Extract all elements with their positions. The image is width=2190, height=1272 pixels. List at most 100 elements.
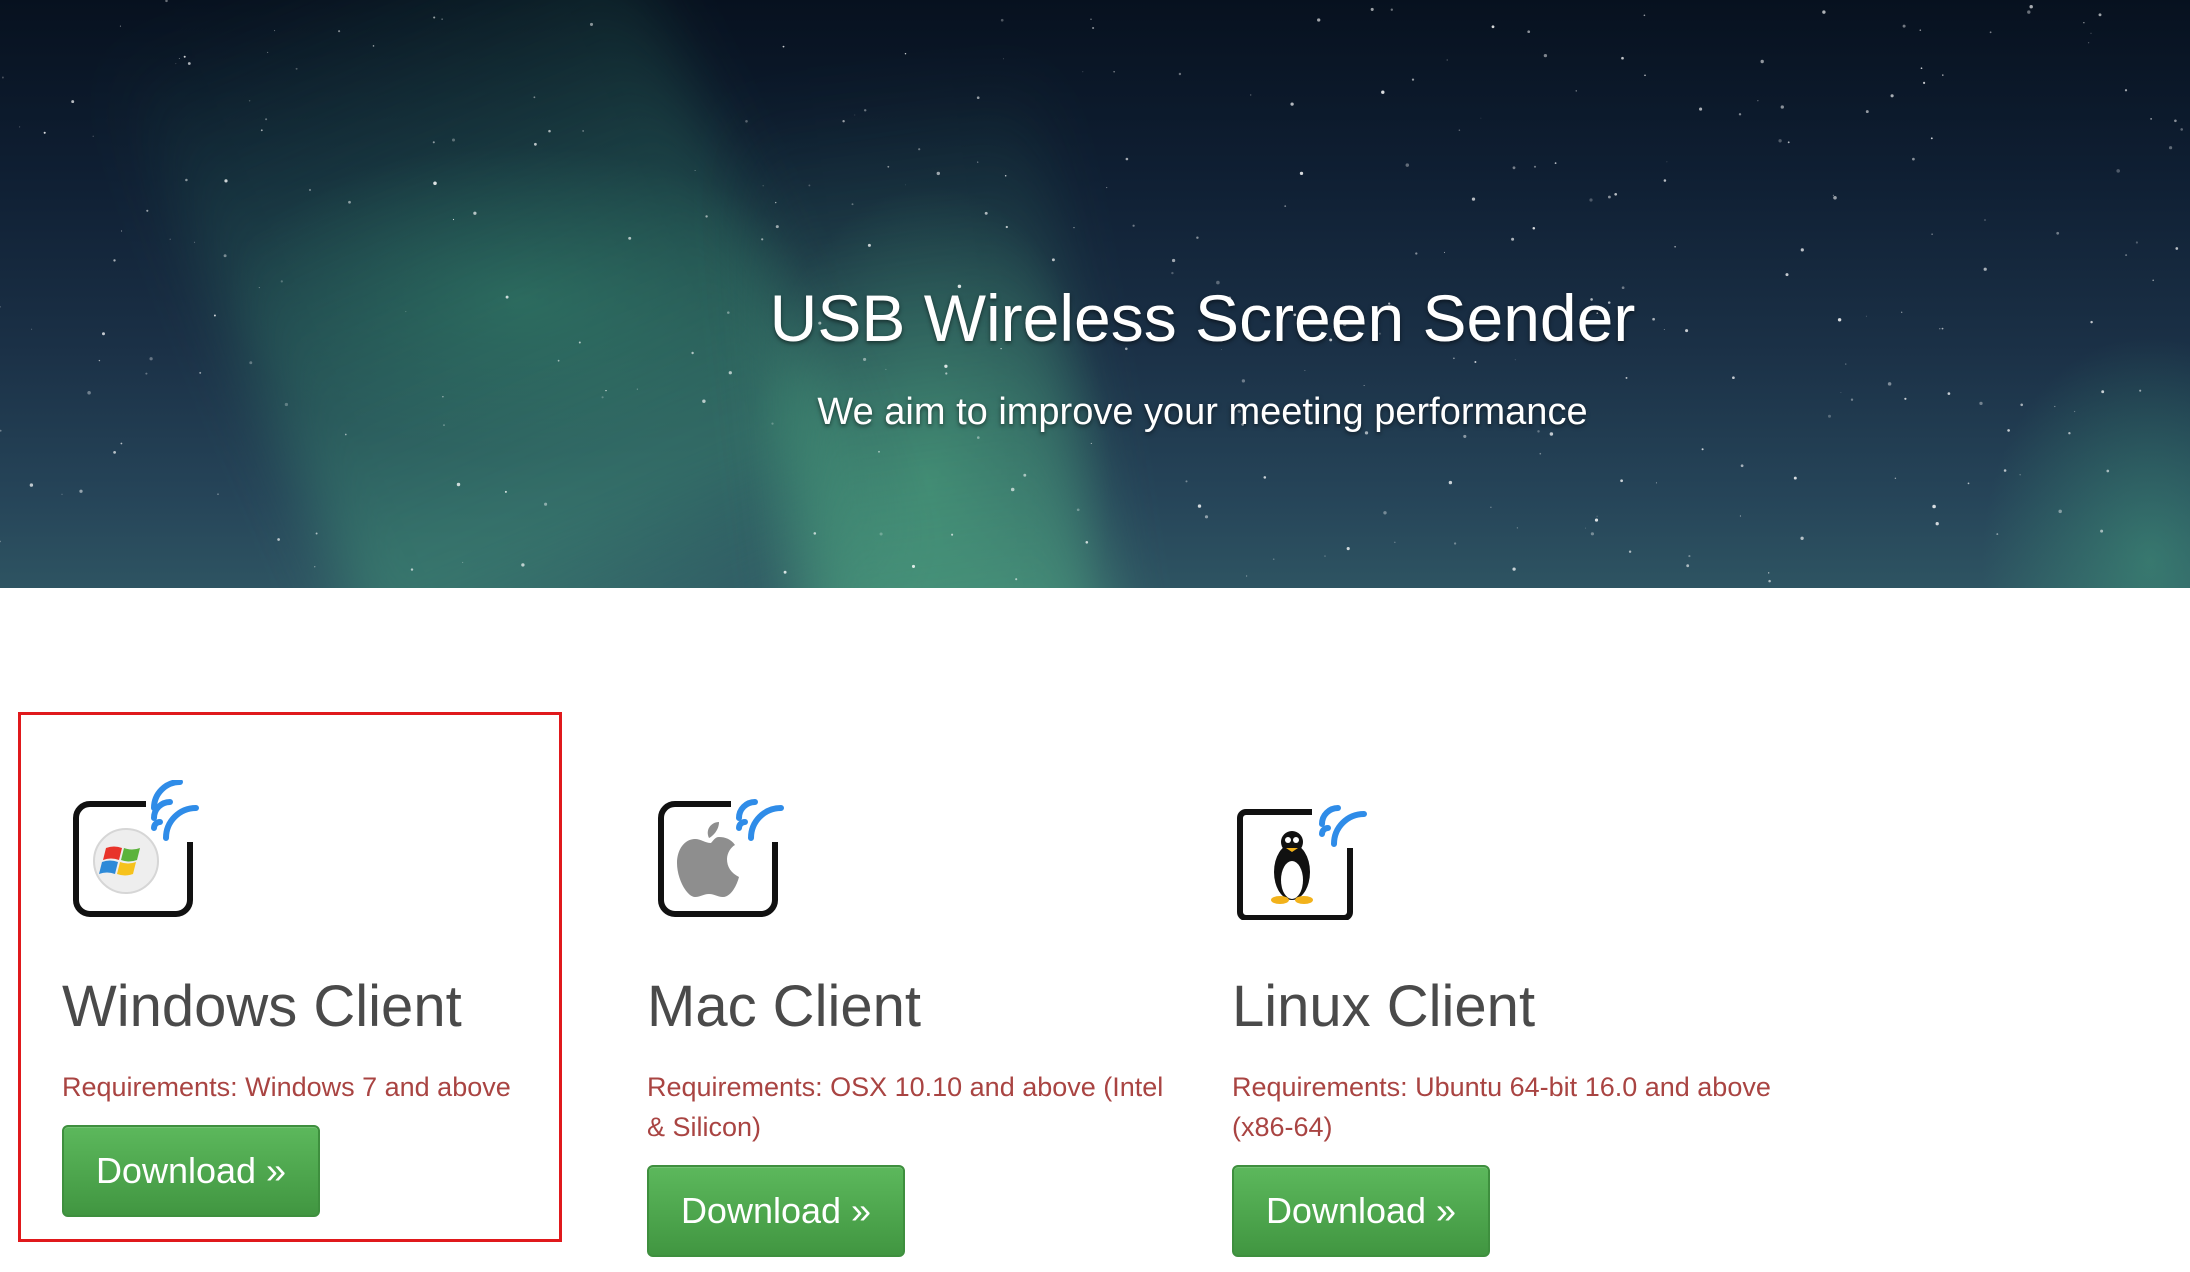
star (1607, 195, 1611, 199)
star (1284, 205, 1287, 207)
windows-requirements: Requirements: Windows 7 and above (62, 1072, 511, 1102)
star (1621, 56, 1624, 60)
star (2056, 231, 2060, 235)
star (2058, 509, 2062, 514)
star (280, 280, 283, 283)
star (1290, 102, 1294, 106)
star (1740, 464, 1744, 468)
star (1324, 555, 1326, 557)
mac-download-button[interactable]: Download » (647, 1165, 905, 1257)
star (146, 209, 149, 212)
star (1644, 74, 1646, 77)
star (504, 490, 507, 493)
star (1463, 434, 1467, 438)
star (315, 532, 318, 535)
star (1514, 359, 1516, 361)
windows-download-button[interactable]: Download » (62, 1125, 320, 1217)
star (410, 568, 414, 571)
star (1931, 233, 1933, 235)
star (175, 63, 177, 65)
star (1833, 196, 1837, 200)
star (2027, 10, 2031, 14)
star (2152, 279, 2154, 282)
star (2125, 254, 2128, 257)
linux-requirements: Requirements: Ubuntu 64-bit 16.0 and abo… (1232, 1072, 1771, 1142)
star (854, 114, 856, 116)
star (1575, 90, 1577, 92)
star (842, 120, 845, 123)
star (944, 364, 948, 368)
star (911, 564, 916, 568)
star (1394, 541, 1396, 543)
star (1132, 224, 1135, 227)
star (295, 67, 298, 70)
star (224, 179, 228, 183)
star (185, 178, 188, 182)
star (1655, 482, 1657, 484)
star (120, 442, 123, 445)
linux-download-button[interactable]: Download » (1232, 1165, 1490, 1257)
star (1171, 258, 1176, 263)
star (1453, 542, 1457, 545)
star (338, 30, 341, 33)
mac-requirements: Requirements: OSX 10.10 and above (Intel… (647, 1072, 1164, 1142)
star (544, 502, 548, 506)
star (1383, 511, 1387, 515)
star (1666, 161, 1668, 163)
star (1317, 18, 1321, 22)
star (2068, 432, 2071, 435)
star (2124, 89, 2128, 92)
star (1585, 527, 1587, 529)
star (1822, 10, 1826, 14)
star (1073, 226, 1075, 229)
star (1887, 382, 1892, 386)
star (61, 493, 63, 495)
star (813, 532, 817, 535)
star (1512, 166, 1516, 170)
star (782, 45, 785, 48)
star (887, 165, 890, 168)
star (904, 184, 906, 186)
star (1923, 81, 1926, 84)
star (2174, 119, 2177, 123)
star (2100, 529, 2104, 533)
star (1543, 53, 1548, 58)
star (1178, 72, 1182, 76)
star (1241, 379, 1246, 383)
star (348, 200, 351, 204)
star (1539, 452, 1542, 455)
star (557, 359, 560, 362)
star (1090, 18, 1092, 20)
star (456, 482, 461, 487)
star (249, 361, 253, 365)
star (1263, 476, 1267, 479)
star (199, 371, 202, 374)
star (728, 371, 732, 375)
star (936, 171, 941, 176)
star (2087, 42, 2090, 44)
star (29, 483, 34, 487)
star (761, 238, 764, 241)
star (121, 230, 123, 232)
star (904, 52, 907, 55)
star (248, 100, 251, 102)
star (1196, 236, 1199, 239)
star (534, 142, 537, 146)
star (265, 118, 268, 121)
star (1363, 384, 1365, 386)
star (1996, 533, 1999, 536)
star (1185, 480, 1188, 483)
star (1800, 248, 1804, 252)
star (1625, 376, 1628, 379)
star (977, 161, 979, 163)
star (79, 489, 83, 493)
star (314, 566, 316, 568)
star (1902, 24, 1906, 28)
star (1778, 139, 1782, 143)
star (1628, 550, 1632, 553)
star (1983, 267, 1987, 271)
star (691, 351, 694, 355)
star (1787, 141, 1790, 144)
star (1197, 504, 1202, 508)
star (1686, 564, 1690, 568)
